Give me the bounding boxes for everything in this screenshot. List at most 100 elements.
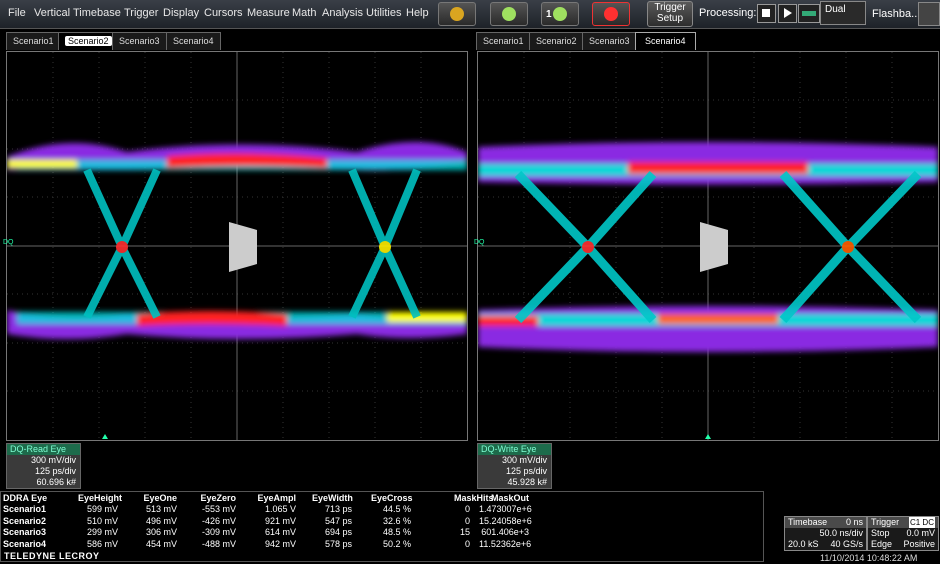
- green-light-icon: [502, 7, 516, 21]
- left-trace-descriptor[interactable]: DQ-Read Eye 300 mV/div 125 ps/div 60.696…: [6, 443, 81, 489]
- left-tab-scenario4[interactable]: Scenario4: [166, 32, 221, 50]
- trigger-header: Trigger C1 DC: [868, 517, 938, 528]
- table-cell-eye-one: 513 mV: [145, 504, 177, 514]
- trace-count: 60.696 k#: [36, 477, 76, 487]
- trigger-single-button[interactable]: 1: [541, 2, 579, 26]
- trace-name: DQ-Write Eye: [478, 444, 551, 455]
- stop-icon: [762, 9, 770, 17]
- menu-utilities[interactable]: Utilities: [366, 7, 401, 19]
- menu-math[interactable]: Math: [292, 7, 316, 19]
- menu-timebase[interactable]: Timebase: [73, 7, 121, 19]
- dual-label: Dual: [825, 4, 846, 15]
- trigger-slope: Positive: [903, 539, 935, 549]
- trigger-auto-button[interactable]: [490, 2, 528, 26]
- measurement-table[interactable]: DDRA Eye EyeHeight EyeOne EyeZero EyeAmpl Eye…: [0, 491, 764, 562]
- eye-mask-left: [229, 222, 257, 272]
- left-tab-scenario2[interactable]: Scenario2: [58, 32, 119, 50]
- trace-name: DQ-Read Eye: [7, 444, 80, 455]
- table-cell-eye-zero: -553 mV: [201, 504, 236, 514]
- right-eye-diagram: [478, 52, 938, 440]
- green-light-icon: [553, 7, 567, 21]
- table-header-mask-out: MaskOut: [490, 493, 529, 503]
- processing-mode-button[interactable]: [798, 4, 820, 23]
- table-cell-mask-out: 1.473007e+6: [479, 504, 532, 514]
- menu-cursors[interactable]: Cursors: [204, 7, 243, 19]
- trigger-setup-line1: Trigger: [654, 2, 686, 13]
- right-trace-descriptor[interactable]: DQ-Write Eye 300 mV/div 125 ps/div 45.92…: [477, 443, 552, 489]
- table-cell-mask-hits: 0: [464, 538, 470, 549]
- table-header-eye-width: EyeWidth: [312, 493, 353, 503]
- table-cell-eye-one: 496 mV: [145, 515, 177, 526]
- right-grid-dq-label: DQ: [474, 239, 485, 246]
- table-cell-eye-zero: -426 mV: [201, 515, 236, 526]
- alarm-clock-icon: [450, 7, 464, 21]
- table-cell-eye-width: 694 ps: [324, 527, 352, 537]
- trigger-mode-row: Stop 0.0 mV: [868, 528, 938, 539]
- processing-mode-icon: [802, 11, 816, 16]
- right-tab-scenario4[interactable]: Scenario4: [635, 32, 696, 50]
- table-cell-eye-cross: 48.5 %: [382, 527, 411, 537]
- timebase-per-div: 50.0 ns/div: [819, 528, 863, 538]
- table-cell-eye-height: 599 mV: [86, 504, 118, 514]
- right-tab-scenario1[interactable]: Scenario1: [476, 32, 531, 50]
- left-grid-dq-label: DQ: [3, 239, 14, 246]
- tab-label: Scenario3: [119, 36, 160, 46]
- table-cell-eye-height: 510 mV: [86, 515, 118, 526]
- right-tab-scenario2[interactable]: Scenario2: [529, 32, 584, 50]
- timebase-samples-row: 20.0 kS 40 GS/s: [785, 539, 866, 550]
- table-cell-name: Scenario2: [3, 515, 47, 526]
- red-light-icon: [604, 7, 618, 21]
- play-icon: [784, 8, 792, 18]
- timebase-descriptor[interactable]: Timebase 0 ns 50.0 ns/div 20.0 kS 40 GS/s: [784, 516, 867, 551]
- table-cell-mask-hits: 0: [464, 515, 470, 526]
- trigger-mode: Stop: [871, 528, 890, 538]
- menu-vertical[interactable]: Vertical: [34, 7, 70, 19]
- play-processing-button[interactable]: [778, 4, 797, 23]
- flashback-icon[interactable]: [918, 2, 940, 26]
- trace-count: 45.928 k#: [507, 477, 547, 487]
- table-header-name: DDRA Eye: [3, 493, 48, 503]
- menu-analysis[interactable]: Analysis: [322, 7, 363, 19]
- left-eye-diagram: [7, 52, 467, 440]
- timebase-samples: 20.0 kS: [788, 539, 819, 549]
- trigger-stop-button[interactable]: [592, 2, 630, 26]
- right-trigger-marker-icon: [705, 434, 711, 439]
- stop-processing-button[interactable]: [757, 4, 776, 23]
- menu-display[interactable]: Display: [163, 7, 199, 19]
- tab-label: Scenario4: [173, 36, 214, 46]
- timebase-title: Timebase: [788, 517, 828, 527]
- tab-label: Scenario1: [13, 36, 54, 46]
- table-header-mask-hits: MaskHits: [454, 493, 494, 503]
- right-tab-scenario3[interactable]: Scenario3: [582, 32, 637, 50]
- trigger-type-row: Edge Positive: [868, 539, 938, 550]
- tab-label: Scenario2: [65, 36, 112, 46]
- table-cell-eye-ampl: 921 mV: [264, 515, 296, 526]
- trigger-descriptor[interactable]: Trigger C1 DC Stop 0.0 mV Edge Positive: [867, 516, 939, 551]
- table-cell-eye-cross: 32.6 %: [382, 515, 411, 526]
- single-badge: 1: [546, 9, 552, 20]
- table-cell-eye-one: 306 mV: [145, 527, 177, 537]
- menu-help[interactable]: Help: [406, 7, 429, 19]
- table-cell-eye-ampl: 614 mV: [264, 527, 296, 537]
- menu-trigger[interactable]: Trigger: [124, 7, 158, 19]
- table-header-eye-zero: EyeZero: [200, 493, 236, 503]
- auto-setup-button[interactable]: [438, 2, 476, 26]
- table-header-eye-ampl: EyeAmpl: [257, 493, 296, 503]
- menu-measure[interactable]: Measure: [247, 7, 290, 19]
- table-header-eye-cross: EyeCross: [371, 493, 413, 503]
- menu-file[interactable]: File: [8, 7, 26, 19]
- flashback-label[interactable]: Flashba...: [872, 8, 920, 20]
- left-eye-grid[interactable]: DQ: [3, 51, 468, 441]
- table-cell-name: Scenario1: [3, 504, 47, 514]
- trace-tdiv: 125 ps/div: [34, 466, 76, 476]
- table-cell-eye-height: 299 mV: [86, 527, 118, 537]
- left-tab-scenario1[interactable]: Scenario1: [6, 32, 61, 50]
- timebase-offset: 0 ns: [845, 517, 863, 527]
- left-tab-scenario3[interactable]: Scenario3: [112, 32, 167, 50]
- trigger-setup-button[interactable]: Trigger Setup: [647, 1, 693, 27]
- right-eye-grid[interactable]: DQ: [474, 51, 939, 441]
- dual-mode-selector[interactable]: Dual: [820, 1, 866, 25]
- table-cell-mask-hits: 15: [459, 527, 470, 537]
- table-cell-eye-zero: -309 mV: [201, 527, 236, 537]
- table-cell-eye-width: 578 ps: [324, 538, 352, 549]
